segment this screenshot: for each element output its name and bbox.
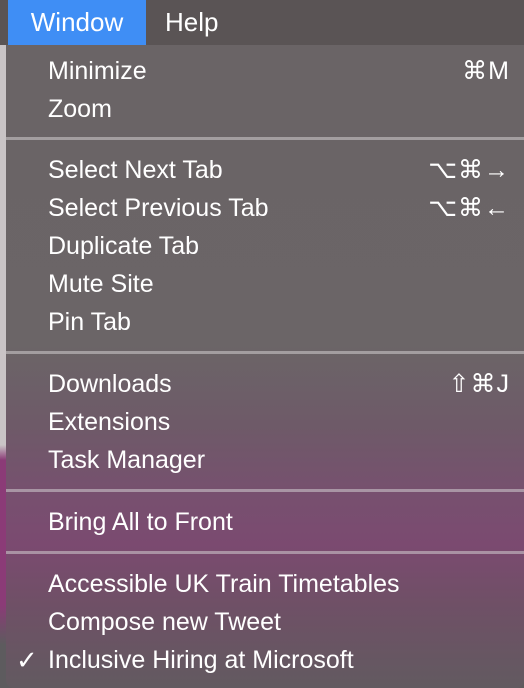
checkmark-icon: ✓ — [16, 645, 38, 675]
menu-bar: Window Help — [0, 0, 524, 45]
menu-item-shortcut: ⌥⌘← — [428, 194, 510, 222]
menu-separator — [6, 489, 524, 492]
menu-item-pin-tab[interactable]: Pin Tab — [6, 303, 524, 341]
menu-item-label: Select Next Tab — [48, 156, 223, 184]
menu-item-label: Accessible UK Train Timetables — [48, 570, 400, 598]
menu-item-downloads[interactable]: Downloads ⇧⌘J — [6, 365, 524, 403]
menu-item-label: Task Manager — [48, 446, 206, 474]
menu-item-label: Extensions — [48, 408, 171, 436]
menu-item-shortcut: ⌥⌘→ — [428, 156, 510, 184]
menu-item-window-accessible-uk-train-timetables[interactable]: Accessible UK Train Timetables — [6, 565, 524, 603]
menu-item-shortcut: ⇧⌘J — [448, 370, 510, 398]
menu-item-label: Mute Site — [48, 270, 154, 298]
menu-item-window-inclusive-hiring[interactable]: ✓ Inclusive Hiring at Microsoft — [6, 641, 524, 679]
menu-item-label: Select Previous Tab — [48, 194, 269, 222]
menu-item-zoom[interactable]: Zoom — [6, 90, 524, 128]
window-menu-dropdown: Minimize ⌘M Zoom Select Next Tab ⌥⌘→ Sel… — [6, 45, 524, 688]
menu-item-task-manager[interactable]: Task Manager — [6, 441, 524, 479]
menubar-window[interactable]: Window — [8, 0, 146, 45]
menu-item-label: Minimize — [48, 57, 147, 85]
menu-item-mute-site[interactable]: Mute Site — [6, 265, 524, 303]
menu-item-extensions[interactable]: Extensions — [6, 403, 524, 441]
menu-item-shortcut: ⌘M — [462, 57, 510, 85]
menubar-help[interactable]: Help — [165, 0, 218, 45]
menu-item-label: Downloads — [48, 370, 172, 398]
menu-item-minimize[interactable]: Minimize ⌘M — [6, 52, 524, 90]
menu-item-label: Inclusive Hiring at Microsoft — [48, 646, 354, 674]
menu-separator — [6, 351, 524, 354]
menu-item-duplicate-tab[interactable]: Duplicate Tab — [6, 227, 524, 265]
menu-item-window-compose-new-tweet[interactable]: Compose new Tweet — [6, 603, 524, 641]
menu-separator — [6, 551, 524, 554]
menu-item-select-previous-tab[interactable]: Select Previous Tab ⌥⌘← — [6, 189, 524, 227]
menu-item-label: Zoom — [48, 95, 112, 123]
menu-item-select-next-tab[interactable]: Select Next Tab ⌥⌘→ — [6, 151, 524, 189]
menu-item-label: Duplicate Tab — [48, 232, 200, 260]
menu-item-label: Bring All to Front — [48, 508, 233, 536]
menu-item-label: Compose new Tweet — [48, 608, 281, 636]
menu-item-label: Pin Tab — [48, 308, 131, 336]
menu-separator — [6, 137, 524, 140]
menu-item-bring-all-to-front[interactable]: Bring All to Front — [6, 503, 524, 541]
